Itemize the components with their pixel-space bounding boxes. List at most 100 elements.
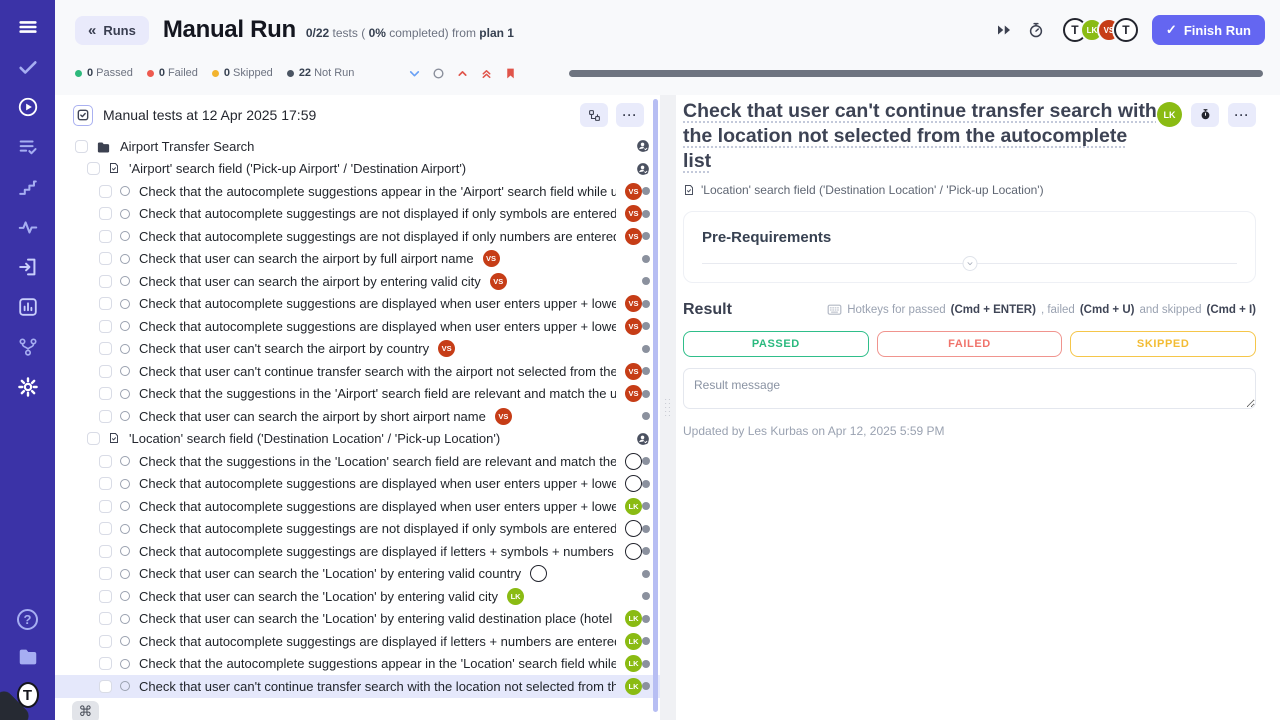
- assign-user-icon[interactable]: [636, 139, 650, 153]
- test-row[interactable]: Check that user can't search the airport…: [55, 338, 660, 361]
- result-message-input[interactable]: [683, 368, 1256, 409]
- test-row[interactable]: Check that autocomplete suggestions are …: [55, 473, 660, 496]
- branch-icon[interactable]: [17, 336, 39, 358]
- test-row[interactable]: Check that user can't continue transfer …: [55, 675, 660, 698]
- not-run-status-icon[interactable]: [120, 366, 130, 376]
- row-checkbox[interactable]: [99, 410, 112, 423]
- help-icon[interactable]: ?: [17, 608, 39, 630]
- test-row[interactable]: Check that user can search the airport b…: [55, 270, 660, 293]
- projects-folder-icon[interactable]: [17, 646, 39, 668]
- row-checkbox[interactable]: [99, 297, 112, 310]
- suite-breadcrumb[interactable]: 'Location' search field ('Destination Lo…: [701, 183, 1044, 197]
- row-checkbox[interactable]: [99, 545, 112, 558]
- not-run-status-icon[interactable]: [120, 456, 130, 466]
- assignee-badge[interactable]: LK: [625, 655, 642, 672]
- reports-icon[interactable]: [17, 296, 39, 318]
- assignee-badge[interactable]: LK: [625, 498, 642, 515]
- test-row[interactable]: Check that autocomplete suggestions are …: [55, 315, 660, 338]
- row-checkbox[interactable]: [99, 320, 112, 333]
- checks-icon[interactable]: [17, 56, 39, 78]
- row-checkbox[interactable]: [99, 657, 112, 670]
- assignee-badge[interactable]: LK: [507, 588, 524, 605]
- assignee-badge[interactable]: VS: [490, 273, 507, 290]
- not-run-status-icon[interactable]: [120, 569, 130, 579]
- steps-icon[interactable]: [17, 176, 39, 198]
- row-checkbox[interactable]: [99, 387, 112, 400]
- collapse-chevron-icon[interactable]: [962, 256, 977, 271]
- not-run-status-icon[interactable]: [120, 501, 130, 511]
- not-run-status-icon[interactable]: [120, 614, 130, 624]
- fast-forward-icon[interactable]: [995, 21, 1013, 39]
- row-checkbox[interactable]: [99, 185, 112, 198]
- assignee-badge[interactable]: VS: [483, 250, 500, 267]
- test-row[interactable]: Check that autocomplete suggestions are …: [55, 495, 660, 518]
- row-checkbox[interactable]: [87, 432, 100, 445]
- stopwatch-button[interactable]: [1191, 103, 1219, 127]
- not-run-status-icon[interactable]: [120, 524, 130, 534]
- folder-row[interactable]: Airport Transfer Search: [55, 135, 660, 158]
- chevron-down-icon[interactable]: [408, 67, 421, 80]
- not-run-status-icon[interactable]: [120, 546, 130, 556]
- row-checkbox[interactable]: [99, 455, 112, 468]
- assignee-badge[interactable]: VS: [625, 228, 642, 245]
- tree-view-button[interactable]: [580, 103, 608, 127]
- menu-icon[interactable]: [17, 16, 39, 38]
- not-run-status-icon[interactable]: [120, 681, 130, 691]
- test-row[interactable]: Check that the suggestions in the 'Airpo…: [55, 383, 660, 406]
- not-run-status-icon[interactable]: [120, 276, 130, 286]
- row-checkbox[interactable]: [75, 140, 88, 153]
- not-run-status-icon[interactable]: [120, 659, 130, 669]
- row-checkbox[interactable]: [99, 252, 112, 265]
- test-row[interactable]: Check that autocomplete suggestings are …: [55, 225, 660, 248]
- test-detail-title[interactable]: Check that user can't continue transfer …: [683, 99, 1157, 174]
- row-checkbox[interactable]: [99, 365, 112, 378]
- test-row[interactable]: Check that user can search the 'Location…: [55, 585, 660, 608]
- test-row[interactable]: Check that user can search the 'Location…: [55, 608, 660, 631]
- assignee-badge[interactable]: VS: [625, 183, 642, 200]
- assignee-badge[interactable]: LK: [625, 633, 642, 650]
- test-row[interactable]: Check that the suggestions in the 'Locat…: [55, 450, 660, 473]
- panel-resize-divider[interactable]: ·· ·· ·· ·· ··: [660, 95, 676, 720]
- avatar[interactable]: T: [1114, 18, 1138, 42]
- settings-gear-icon[interactable]: [17, 376, 39, 398]
- assignee-avatar[interactable]: LK: [1157, 102, 1182, 127]
- test-row[interactable]: Check that autocomplete suggestings are …: [55, 518, 660, 541]
- assignee-badge[interactable]: VS: [438, 340, 455, 357]
- not-run-status-icon[interactable]: [120, 636, 130, 646]
- test-plans-icon[interactable]: [17, 136, 39, 158]
- assignee-badge[interactable]: VS: [625, 205, 642, 222]
- skipped-button[interactable]: SKIPPED: [1070, 331, 1256, 357]
- test-row[interactable]: Check that autocomplete suggestions are …: [55, 293, 660, 316]
- assignee-badge[interactable]: T: [625, 520, 642, 537]
- not-run-status-icon[interactable]: [120, 389, 130, 399]
- pulse-icon[interactable]: [17, 216, 39, 238]
- not-run-status-icon[interactable]: [120, 591, 130, 601]
- timer-icon[interactable]: [1027, 21, 1045, 39]
- not-run-status-icon[interactable]: [120, 479, 130, 489]
- assignee-badge[interactable]: VS: [625, 318, 642, 335]
- row-checkbox[interactable]: [99, 275, 112, 288]
- drag-handle-icon[interactable]: ·· ·· ·· ·· ··: [664, 398, 671, 418]
- row-checkbox[interactable]: [99, 230, 112, 243]
- bookmark-icon[interactable]: [504, 67, 517, 80]
- assignee-badge[interactable]: T: [625, 543, 642, 560]
- row-checkbox[interactable]: [87, 162, 100, 175]
- finish-run-button[interactable]: ✓ Finish Run: [1152, 15, 1265, 45]
- test-row[interactable]: Check that user can search the 'Location…: [55, 563, 660, 586]
- suite-row[interactable]: 'Airport' search field ('Pick-up Airport…: [55, 158, 660, 181]
- not-run-status-icon[interactable]: [120, 231, 130, 241]
- not-run-status-icon[interactable]: [120, 411, 130, 421]
- not-run-status-icon[interactable]: [120, 186, 130, 196]
- vertical-scrollbar[interactable]: [653, 99, 658, 712]
- back-to-runs-button[interactable]: « Runs: [75, 16, 149, 45]
- test-row[interactable]: Check that the autocomplete suggestions …: [55, 653, 660, 676]
- not-run-status-icon[interactable]: [120, 209, 130, 219]
- chevron-up-icon[interactable]: [456, 67, 469, 80]
- assignee-avatar-group[interactable]: T LK VS T: [1063, 18, 1138, 42]
- failed-button[interactable]: FAILED: [877, 331, 1063, 357]
- suite-row[interactable]: 'Location' search field ('Destination Lo…: [55, 428, 660, 451]
- plan-link[interactable]: plan 1: [479, 26, 514, 40]
- assignee-badge[interactable]: VS: [625, 363, 642, 380]
- assign-user-icon[interactable]: [636, 162, 650, 176]
- row-checkbox[interactable]: [99, 207, 112, 220]
